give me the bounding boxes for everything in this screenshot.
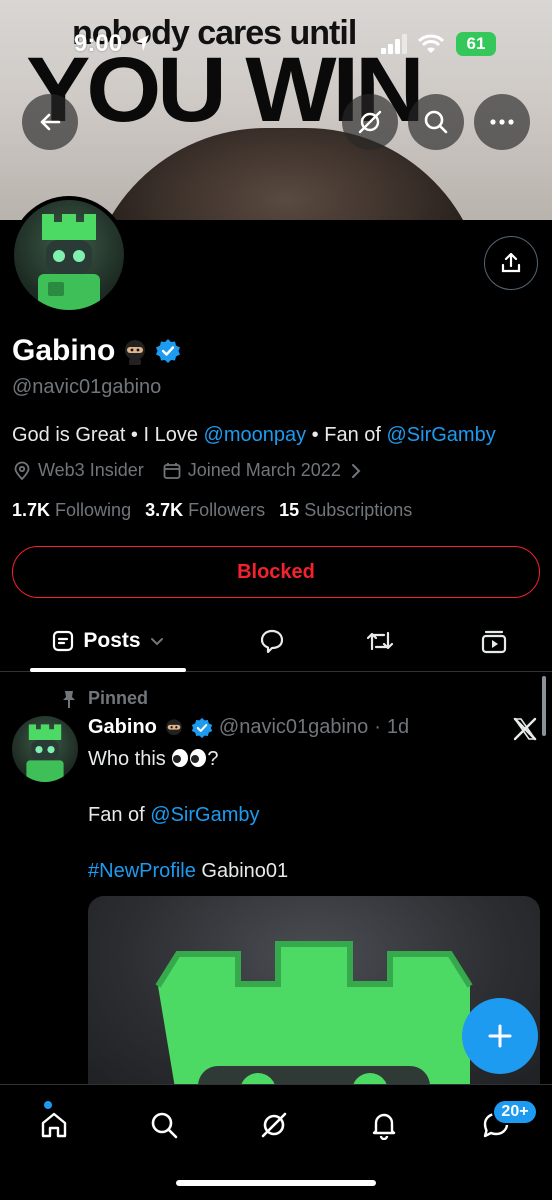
location-arrow-icon: [135, 35, 149, 51]
pin-icon: [63, 690, 75, 708]
subscriptions-label: Subscriptions: [304, 500, 413, 520]
profile-tabs: Posts: [0, 610, 552, 672]
subscriptions-link[interactable]: 15 Subscriptions: [279, 500, 412, 521]
following-link[interactable]: 1.7K Following: [12, 500, 131, 521]
repost-icon: [366, 631, 394, 651]
plus-icon: [488, 1024, 512, 1048]
wifi-icon: [418, 34, 444, 53]
castle-robot-icon: [26, 724, 64, 782]
post-media-image[interactable]: [88, 896, 540, 1096]
bell-icon: [372, 1113, 396, 1140]
nav-notifications[interactable]: [362, 1103, 406, 1147]
tab-posts-label: Posts: [83, 629, 141, 652]
post-text-line: #NewProfile Gabino01: [88, 860, 288, 883]
x-logo-icon[interactable]: [512, 716, 538, 742]
arrow-left-icon: [40, 113, 61, 131]
profile-meta: Web3 Insider Joined March 2022: [12, 460, 371, 481]
battery-indicator: 61: [456, 32, 496, 56]
castle-robot-icon: [38, 214, 100, 310]
grok-icon: [358, 110, 382, 134]
eyes-emoji-icon: [172, 749, 207, 767]
blocked-button[interactable]: Blocked: [12, 546, 540, 598]
nav-home[interactable]: [32, 1103, 76, 1147]
profile-joined: Joined March 2022: [187, 460, 341, 480]
cellular-signal-icon: [381, 34, 407, 54]
post-author-avatar[interactable]: [12, 716, 78, 782]
verified-badge-icon: [191, 717, 213, 738]
post-text-who: Who this: [88, 748, 166, 770]
chevron-right-icon[interactable]: [347, 462, 365, 480]
profile-avatar[interactable]: [10, 196, 128, 314]
bio-mention-moonpay[interactable]: @moonpay: [204, 424, 307, 446]
grok-icon: [261, 1112, 287, 1138]
post-text-question: ?: [207, 748, 219, 770]
nav-search[interactable]: [142, 1103, 186, 1147]
tab-media[interactable]: [466, 610, 522, 672]
post-separator: ·: [374, 716, 381, 738]
bio-text: • Fan of: [306, 424, 387, 446]
following-count: 1.7K: [12, 500, 51, 520]
avatar-image: [14, 200, 124, 310]
verified-badge-icon[interactable]: [155, 338, 181, 364]
tab-reposts[interactable]: [352, 610, 408, 672]
calendar-icon: [163, 462, 181, 479]
tab-active-indicator: [30, 668, 186, 672]
reply-bubble-icon: [260, 629, 284, 654]
post-text-line: Fan of @SirGamby: [88, 804, 259, 827]
video-library-icon: [481, 630, 507, 654]
profile-name: Gabino: [12, 334, 116, 367]
ellipsis-icon: [490, 119, 514, 125]
post-mention-sirgamby[interactable]: @SirGamby: [150, 804, 259, 826]
search-icon: [424, 110, 448, 134]
post-text-suffix: Gabino01: [195, 860, 289, 882]
tab-replies[interactable]: [244, 610, 300, 672]
pinned-label-row: Pinned: [60, 688, 148, 709]
bio-text: God is Great • I Love: [12, 424, 204, 446]
post-hashtag-newprofile[interactable]: #NewProfile: [88, 860, 196, 882]
status-time: 9:00: [74, 30, 123, 57]
post-author-name[interactable]: Gabino: [88, 716, 157, 739]
ninja-emoji-icon: [166, 718, 182, 735]
home-indicator: [176, 1180, 376, 1186]
post-header: Gabino @navic01gabino · 1d: [88, 716, 409, 739]
followers-count: 3.7K: [145, 500, 184, 520]
castle-robot-icon: [155, 941, 473, 1096]
bio-mention-sirgamby[interactable]: @SirGamby: [387, 424, 496, 446]
profile-location: Web3 Insider: [38, 460, 144, 480]
post-timestamp[interactable]: 1d: [387, 716, 409, 739]
nav-grok[interactable]: [252, 1103, 296, 1147]
profile-stats: 1.7K Following 3.7K Followers 15 Subscri…: [12, 500, 412, 521]
search-icon: [151, 1112, 178, 1139]
subscriptions-count: 15: [279, 500, 300, 520]
home-icon: [41, 1112, 67, 1138]
back-button[interactable]: [22, 94, 78, 150]
profile-name-row: Gabino: [12, 334, 181, 368]
ninja-emoji-icon: [125, 340, 146, 365]
scrollbar[interactable]: [542, 676, 546, 736]
pinned-label: Pinned: [88, 688, 149, 708]
grok-button[interactable]: [342, 94, 398, 150]
share-button[interactable]: [484, 236, 538, 290]
share-icon: [501, 252, 521, 273]
followers-label: Followers: [188, 500, 266, 520]
profile-handle: @navic01gabino: [12, 376, 162, 398]
profile-bio: God is Great • I Love @moonpay • Fan of …: [12, 424, 496, 447]
compose-post-button[interactable]: [462, 998, 538, 1074]
more-button[interactable]: [474, 94, 530, 150]
post-author-handle[interactable]: @navic01gabino: [219, 716, 368, 739]
location-pin-icon: [14, 461, 30, 480]
tab-posts[interactable]: Posts: [30, 610, 186, 672]
posts-icon: [53, 630, 74, 652]
search-button[interactable]: [408, 94, 464, 150]
home-unread-dot: [44, 1101, 52, 1109]
followers-link[interactable]: 3.7K Followers: [145, 500, 265, 521]
messages-badge: 20+: [492, 1099, 538, 1125]
post-text-line: Who this ?: [88, 748, 219, 771]
status-bar: 9:00 61: [0, 30, 552, 60]
chevron-down-icon: [150, 638, 163, 646]
post-text-fan: Fan of: [88, 804, 151, 826]
following-label: Following: [55, 500, 132, 520]
